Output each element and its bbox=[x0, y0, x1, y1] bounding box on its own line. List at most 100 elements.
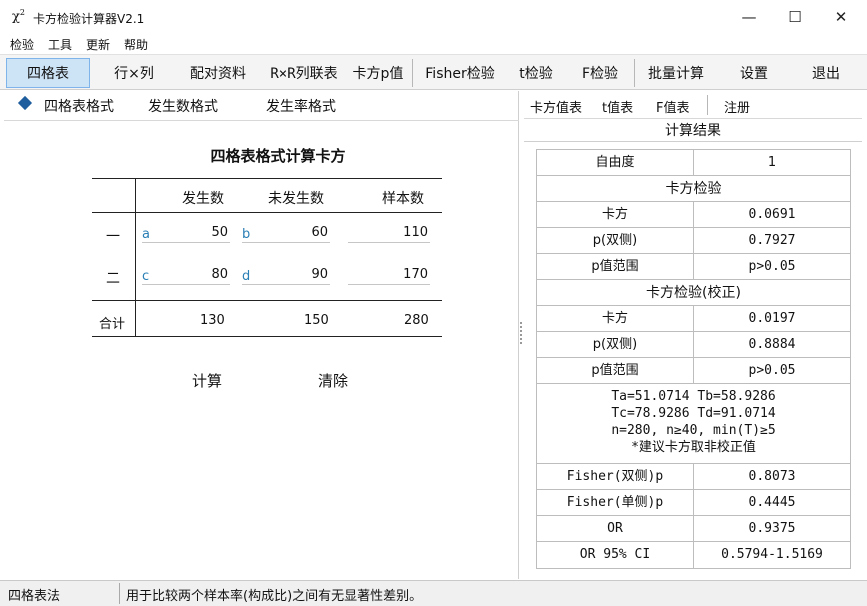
toolbar-settings-button[interactable]: 设置 bbox=[722, 58, 786, 88]
toolbar-rr-table-button[interactable]: R×R列联表 bbox=[262, 58, 346, 88]
status-message: 用于比较两个样本率(构成比)之间有无显著性差别。 bbox=[126, 589, 423, 604]
result-label: 卡方 bbox=[537, 202, 694, 227]
result-title: 计算结果 bbox=[524, 120, 862, 142]
result-value: 0.8884 bbox=[748, 337, 796, 352]
result-row-df: 自由度 1 bbox=[537, 150, 850, 176]
note-line: Tc=78.9286 Td=91.0714 bbox=[611, 406, 776, 421]
cell-value: 80 bbox=[211, 267, 228, 282]
result-row: p(双侧) 0.8884 bbox=[537, 332, 850, 358]
note-line: Ta=51.0714 Tb=58.9286 bbox=[611, 389, 776, 404]
panel-splitter[interactable] bbox=[520, 320, 523, 350]
result-row: p(双侧) 0.7927 bbox=[537, 228, 850, 254]
cell-letter: d bbox=[242, 269, 251, 284]
expected-values-note: Ta=51.0714 Tb=58.9286 Tc=78.9286 Td=91.0… bbox=[537, 384, 850, 464]
toolbar: 四格表 行×列 配对资料 R×R列联表 卡方p值 Fisher检验 t检验 F检… bbox=[0, 54, 867, 90]
toolbar-separator bbox=[634, 59, 635, 87]
result-label: p(双侧) bbox=[537, 332, 694, 357]
tab-rate-format[interactable]: 发生率格式 bbox=[266, 96, 336, 116]
cell-letter: b bbox=[242, 227, 251, 242]
toolbar-chi-p-button[interactable]: 卡方p值 bbox=[348, 58, 408, 88]
row-label-one: 一 bbox=[106, 229, 120, 245]
total-label: 合计 bbox=[99, 317, 126, 332]
toolbar-batch-button[interactable]: 批量计算 bbox=[640, 58, 712, 88]
result-value: 0.8073 bbox=[748, 469, 796, 484]
header-sample-size: 样本数 bbox=[382, 191, 424, 207]
result-label: Fisher(双侧)p bbox=[537, 464, 694, 489]
left-tabs: 四格表格式 发生数格式 发生率格式 bbox=[4, 91, 519, 121]
section-chi-square-corrected: 卡方检验(校正) bbox=[537, 280, 850, 306]
menu-update[interactable]: 更新 bbox=[86, 36, 110, 53]
result-label: OR 95% CI bbox=[537, 542, 694, 568]
result-label: 卡方 bbox=[537, 306, 694, 331]
right-tabs: 卡方值表 t值表 F值表 注册 bbox=[524, 91, 862, 119]
toolbar-separator bbox=[412, 59, 413, 87]
result-row: p值范围 p>0.05 bbox=[537, 358, 850, 384]
menu-check[interactable]: 检验 bbox=[10, 36, 34, 53]
right-panel: 卡方值表 t值表 F值表 注册 计算结果 自由度 1 卡方检验 卡方 0.069… bbox=[524, 91, 862, 579]
toolbar-fourfold-button[interactable]: 四格表 bbox=[6, 58, 90, 88]
total-sample: 280 bbox=[404, 313, 429, 328]
toolbar-fisher-button[interactable]: Fisher检验 bbox=[418, 58, 502, 88]
status-separator bbox=[119, 583, 120, 604]
cell-c-input[interactable]: c 80 bbox=[142, 267, 230, 285]
result-label: OR bbox=[537, 516, 694, 541]
minimize-button[interactable]: — bbox=[726, 0, 772, 34]
header-not-occurred: 未发生数 bbox=[268, 191, 324, 207]
note-line: *建议卡方取非校正值 bbox=[631, 440, 756, 455]
result-label: p值范围 bbox=[537, 358, 694, 383]
result-row: Fisher(单侧)p 0.4445 bbox=[537, 490, 850, 516]
maximize-button[interactable]: ☐ bbox=[772, 0, 818, 34]
result-value: 0.4445 bbox=[748, 495, 796, 510]
result-label: p值范围 bbox=[537, 254, 694, 279]
menu-help[interactable]: 帮助 bbox=[124, 36, 148, 53]
diamond-icon bbox=[17, 95, 33, 111]
row-label-two: 二 bbox=[106, 271, 120, 287]
result-value: 0.9375 bbox=[748, 521, 796, 536]
toolbar-rxc-button[interactable]: 行×列 bbox=[96, 58, 172, 88]
result-value: p>0.05 bbox=[748, 259, 796, 274]
cell-letter: c bbox=[142, 269, 150, 284]
result-value: 0.5794-1.5169 bbox=[721, 547, 823, 562]
results-table: 自由度 1 卡方检验 卡方 0.0691 p(双侧) 0.7927 p值范围 p… bbox=[536, 149, 851, 569]
result-value: 1 bbox=[767, 155, 777, 170]
app-icon: χ2 bbox=[12, 8, 25, 25]
toolbar-f-test-button[interactable]: F检验 bbox=[570, 58, 630, 88]
result-value: p>0.05 bbox=[748, 363, 796, 378]
status-method: 四格表法 bbox=[8, 589, 61, 604]
toolbar-paired-button[interactable]: 配对资料 bbox=[178, 58, 258, 88]
toolbar-exit-button[interactable]: 退出 bbox=[794, 58, 858, 88]
menu-tools[interactable]: 工具 bbox=[48, 36, 72, 53]
total-occurred: 130 bbox=[200, 313, 225, 328]
cell-value: 110 bbox=[403, 225, 428, 240]
result-row: OR 0.9375 bbox=[537, 516, 850, 542]
table-total-line bbox=[92, 300, 442, 301]
tab-chi-table[interactable]: 卡方值表 bbox=[530, 97, 582, 116]
note-line: n=280, n≥40, min(T)≥5 bbox=[611, 423, 776, 438]
tab-fourfold-format[interactable]: 四格表格式 bbox=[44, 96, 114, 116]
title-bar: χ2 卡方检验计算器V2.1 — ☐ ✕ bbox=[0, 0, 867, 34]
cell-d-input[interactable]: d 90 bbox=[242, 267, 330, 285]
cell-a-input[interactable]: a 50 bbox=[142, 225, 230, 243]
status-bar: 四格表法 用于比较两个样本率(构成比)之间有无显著性差别。 bbox=[0, 580, 867, 606]
toolbar-t-test-button[interactable]: t检验 bbox=[506, 58, 566, 88]
table-vertical-line bbox=[135, 178, 136, 336]
section-chi-square: 卡方检验 bbox=[537, 176, 850, 202]
table-bottom-line bbox=[92, 336, 442, 337]
clear-button[interactable]: 清除 bbox=[318, 370, 348, 391]
tab-register[interactable]: 注册 bbox=[724, 97, 750, 116]
cell-b-input[interactable]: b 60 bbox=[242, 225, 330, 243]
cell-value: 60 bbox=[311, 225, 328, 240]
tab-occurrence-format[interactable]: 发生数格式 bbox=[148, 96, 218, 116]
result-label: Fisher(单侧)p bbox=[537, 490, 694, 515]
table-header-line bbox=[92, 212, 442, 213]
table-top-line bbox=[92, 178, 442, 179]
tab-f-table[interactable]: F值表 bbox=[656, 97, 689, 116]
calculate-button[interactable]: 计算 bbox=[192, 370, 222, 391]
header-occurred: 发生数 bbox=[182, 191, 224, 207]
cell-row1-total: 110 bbox=[348, 225, 430, 243]
result-value: 0.7927 bbox=[748, 233, 796, 248]
result-row: 卡方 0.0197 bbox=[537, 306, 850, 332]
cell-value: 170 bbox=[403, 267, 428, 282]
close-button[interactable]: ✕ bbox=[818, 0, 864, 34]
tab-t-table[interactable]: t值表 bbox=[602, 97, 633, 116]
